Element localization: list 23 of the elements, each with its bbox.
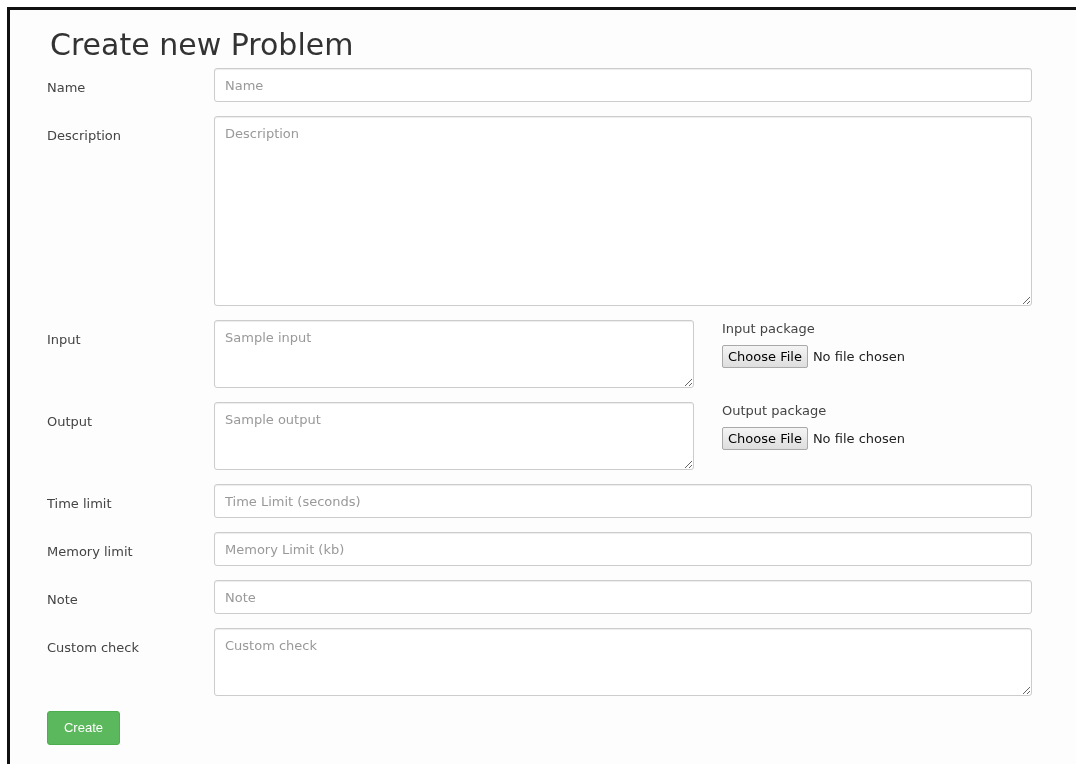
field-label: Input package	[722, 320, 816, 338]
file-status: No file chosen	[812, 347, 905, 366]
choose-file-button[interactable]: Choose File	[722, 345, 808, 368]
text-field[interactable]: Note	[214, 580, 1032, 614]
field-label: Time limit	[47, 496, 112, 511]
choose-file-button[interactable]: Choose File	[722, 427, 808, 450]
field-label: Note	[47, 592, 78, 607]
field-label: Output package	[722, 402, 828, 420]
field-label: Output	[47, 414, 93, 429]
text-field[interactable]: Memory Limit (kb)	[214, 532, 1032, 566]
field-label: Input	[47, 332, 81, 347]
text-field[interactable]: Name	[214, 68, 1032, 102]
text-area[interactable]: Sample output	[214, 402, 694, 470]
field-label: Name	[47, 80, 86, 95]
field-label: Memory limit	[47, 544, 133, 559]
text-field[interactable]: Time Limit (seconds)	[214, 484, 1032, 518]
field-label: Custom check	[47, 640, 139, 655]
page-title: Create new Problem	[50, 26, 355, 64]
field-label: Description	[47, 128, 122, 143]
text-area[interactable]: Sample input	[214, 320, 694, 388]
text-area[interactable]: Custom check	[214, 628, 1032, 696]
file-status: No file chosen	[812, 429, 905, 448]
text-area[interactable]: Description	[214, 116, 1032, 306]
